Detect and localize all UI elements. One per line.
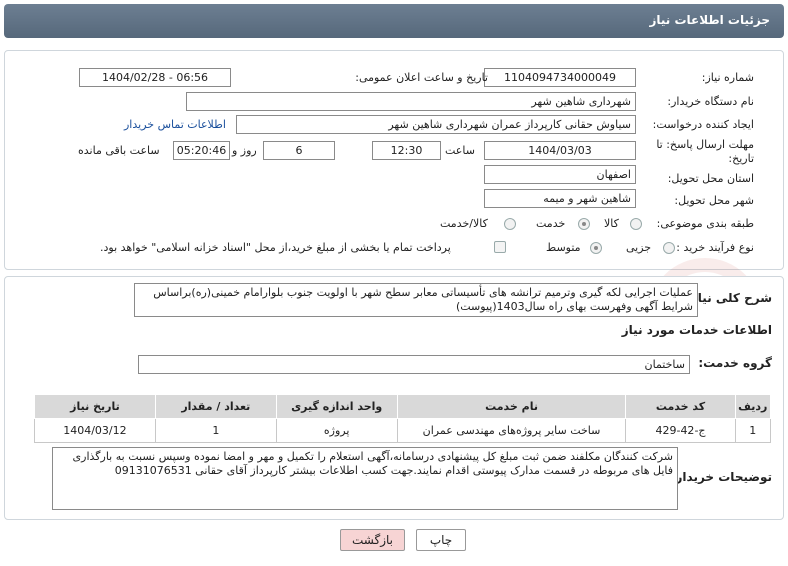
process-option-medium: متوسط <box>546 241 581 254</box>
buyer-notes-label: توضیحات خریدار: <box>670 470 772 484</box>
buyer-notes-text: شرکت کنندگان مکلفند ضمن ثبت مبلغ کل پیشن… <box>52 447 678 510</box>
city-field: شاهین شهر و میمه <box>484 189 636 208</box>
col-header-unit: واحد اندازه گیری <box>275 394 398 419</box>
announce-date-field: 1404/02/28 - 06:56 <box>79 68 231 87</box>
cell-service-name: ساخت سایر پروژه‌های مهندسی عمران <box>396 418 627 443</box>
category-option-goods: کالا <box>604 217 619 230</box>
col-header-need-date: تاریخ نیاز <box>34 394 156 419</box>
page-header: جزئیات اطلاعات نیاز <box>4 4 784 38</box>
treasury-payment-note: پرداخت تمام یا بخشی از مبلغ خرید،از محل … <box>100 241 451 254</box>
buyer-org-field: شهرداری شاهین شهر <box>186 92 636 111</box>
table-row: 1 ج-42-429 ساخت سایر پروژه‌های مهندسی عم… <box>34 418 772 443</box>
remaining-time-field: 05:20:46 <box>173 141 230 160</box>
category-radio-goods-service[interactable] <box>504 218 516 230</box>
description-label: شرح کلی نیاز: <box>686 291 772 305</box>
days-label: روز و <box>232 144 257 157</box>
buyer-org-label: نام دستگاه خریدار: <box>667 95 754 108</box>
cell-service-code: ج-42-429 <box>625 418 736 443</box>
back-button[interactable]: بازگشت <box>340 529 405 551</box>
cell-row-number: 1 <box>734 418 772 443</box>
buyer-contact-link[interactable]: اطلاعات تماس خریدار <box>124 118 226 131</box>
days-field: 6 <box>263 141 335 160</box>
process-option-minor: جزیی <box>626 241 652 254</box>
creator-label: ایجاد کننده درخواست: <box>652 118 754 131</box>
city-label: شهر محل تحویل: <box>674 194 754 207</box>
category-radio-goods[interactable] <box>630 218 642 230</box>
col-header-service-name: نام خدمت <box>396 394 627 419</box>
page-title: جزئیات اطلاعات نیاز <box>649 13 770 27</box>
category-option-goods-service: کالا/خدمت <box>440 217 488 230</box>
col-header-row-number: ردیف <box>734 394 772 419</box>
category-label: طبقه بندی موضوعی: <box>656 217 754 230</box>
deadline-date-label: تاریخ: <box>728 152 754 165</box>
cell-quantity: 1 <box>154 418 277 443</box>
table-header-row: ردیف کد خدمت نام خدمت واحد اندازه گیری ت… <box>34 394 772 419</box>
treasury-payment-checkbox[interactable] <box>494 241 506 253</box>
service-group-label: گروه خدمت: <box>698 356 772 370</box>
process-label: نوع فرآیند خرید : <box>676 241 754 254</box>
category-option-service: خدمت <box>536 217 566 230</box>
cell-unit: پروژه <box>275 418 398 443</box>
col-header-service-code: کد خدمت <box>625 394 736 419</box>
service-group-field: ساختمان <box>138 355 690 374</box>
process-radio-medium[interactable] <box>590 242 602 254</box>
deadline-time-label: ساعت <box>445 144 475 157</box>
col-header-quantity: تعداد / مقدار <box>154 394 277 419</box>
remaining-time-label: ساعت باقی مانده <box>78 144 160 157</box>
deadline-label: مهلت ارسال پاسخ: تا <box>656 138 754 151</box>
services-table: ردیف کد خدمت نام خدمت واحد اندازه گیری ت… <box>34 394 772 443</box>
cell-need-date: 1404/03/12 <box>34 418 156 443</box>
services-section-title: اطلاعات خدمات مورد نیاز <box>621 323 772 337</box>
province-field: اصفهان <box>484 165 636 184</box>
category-radio-service[interactable] <box>578 218 590 230</box>
creator-field: سیاوش حقانی کارپرداز عمران شهرداری شاهین… <box>236 115 636 134</box>
deadline-time-field: 12:30 <box>372 141 441 160</box>
process-radio-minor[interactable] <box>663 242 675 254</box>
province-label: استان محل تحویل: <box>667 172 754 185</box>
deadline-date-field: 1404/03/03 <box>484 141 636 160</box>
need-number-label: شماره نیاز: <box>701 71 754 84</box>
description-text: عملیات اجرایی لکه گیری وترمیم ترانشه های… <box>134 283 698 317</box>
need-number-field: 1104094734000049 <box>484 68 636 87</box>
announce-date-label: تاریخ و ساعت اعلان عمومی: <box>355 71 488 84</box>
print-button[interactable]: چاپ <box>416 529 466 551</box>
